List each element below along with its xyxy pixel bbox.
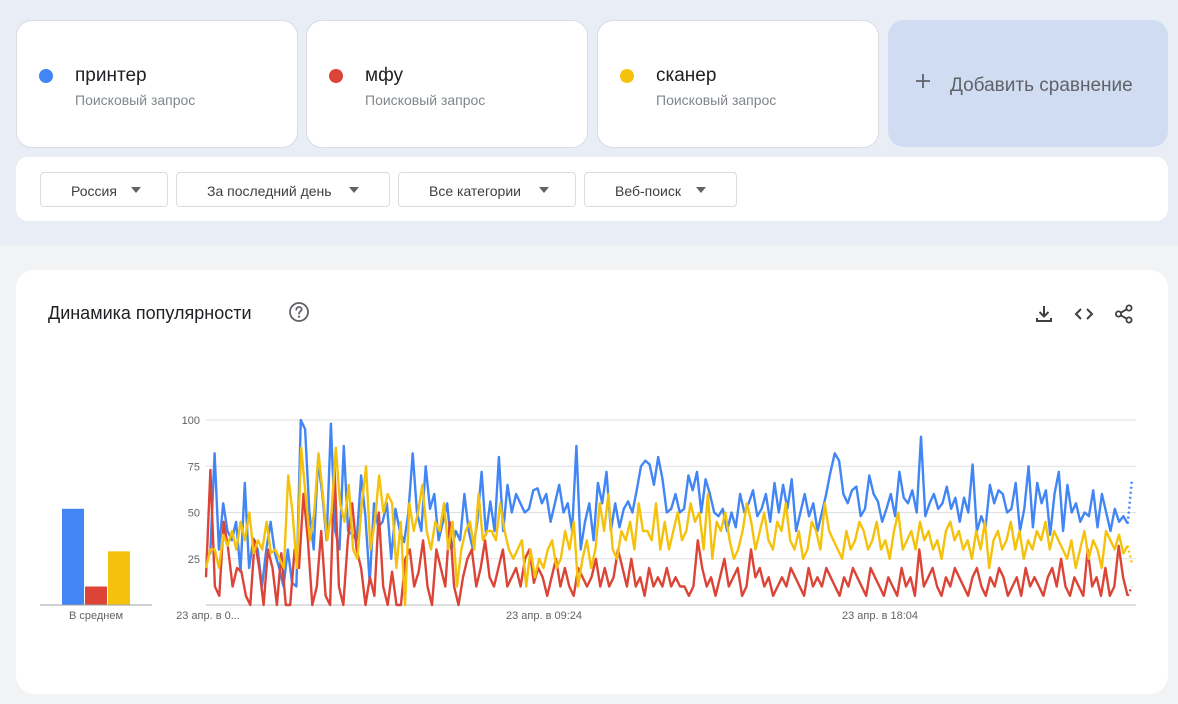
filters-bar: Россия За последний день Все категории В… bbox=[16, 157, 1168, 221]
y-tick-label: 100 bbox=[182, 415, 200, 427]
filter-region[interactable]: Россия bbox=[40, 172, 168, 207]
y-tick-label: 75 bbox=[188, 461, 200, 473]
filter-period[interactable]: За последний день bbox=[176, 172, 390, 207]
term-color-dot bbox=[39, 69, 53, 83]
y-tick-label: 25 bbox=[188, 554, 200, 566]
caret-down-icon bbox=[131, 187, 141, 193]
series-partial-0 bbox=[1126, 479, 1134, 524]
line-chart: 100 75 50 25 23 апр. в 0... 23 апр. в 09:24 23… bbox=[176, 415, 1136, 622]
filter-label: Веб-поиск bbox=[615, 183, 681, 199]
term-name: принтер bbox=[75, 65, 147, 86]
term-color-dot bbox=[329, 69, 343, 83]
term-card-printer[interactable]: принтер Поисковый запрос bbox=[16, 20, 298, 148]
term-type: Поисковый запрос bbox=[656, 92, 777, 108]
add-comparison-button[interactable]: Добавить сравнение bbox=[888, 20, 1168, 147]
term-card-scanner[interactable]: сканер Поисковый запрос bbox=[597, 20, 879, 148]
average-bar-chart: В среднем bbox=[40, 508, 152, 622]
average-label: В среднем bbox=[69, 610, 123, 622]
plus-icon bbox=[916, 74, 930, 88]
term-card-mfu[interactable]: мфу Поисковый запрос bbox=[306, 20, 588, 148]
x-tick-label: 23 апр. в 18:04 bbox=[842, 610, 918, 622]
x-tick-label: 23 апр. в 09:24 bbox=[506, 610, 582, 622]
filter-label: За последний день bbox=[207, 183, 332, 199]
x-tick-label: 23 апр. в 0... bbox=[176, 610, 240, 622]
add-comparison-label: Добавить сравнение bbox=[950, 75, 1133, 96]
caret-down-icon bbox=[539, 187, 549, 193]
term-name: мфу bbox=[365, 65, 403, 86]
term-color-dot bbox=[620, 69, 634, 83]
interest-chart: В среднем 100 75 50 25 23 апр. в 0... 23 апр.… bbox=[40, 415, 1136, 622]
interest-over-time-card: Динамика популярности В среднем 100 75 50 2… bbox=[16, 270, 1168, 694]
filter-label: Все категории bbox=[429, 183, 521, 199]
average-bar-0 bbox=[62, 508, 84, 605]
term-type: Поисковый запрос bbox=[75, 92, 196, 108]
series-partial-1 bbox=[1126, 585, 1134, 597]
term-name: сканер bbox=[656, 65, 717, 86]
caret-down-icon bbox=[349, 187, 359, 193]
series-partial-2 bbox=[1126, 545, 1134, 565]
average-bar-1 bbox=[85, 586, 107, 605]
average-bar-2 bbox=[108, 551, 130, 605]
term-type: Поисковый запрос bbox=[365, 92, 486, 108]
filter-label: Россия bbox=[71, 183, 117, 199]
filter-category[interactable]: Все категории bbox=[398, 172, 576, 207]
caret-down-icon bbox=[696, 187, 706, 193]
y-tick-label: 50 bbox=[188, 508, 200, 520]
filter-search-type[interactable]: Веб-поиск bbox=[584, 172, 737, 207]
